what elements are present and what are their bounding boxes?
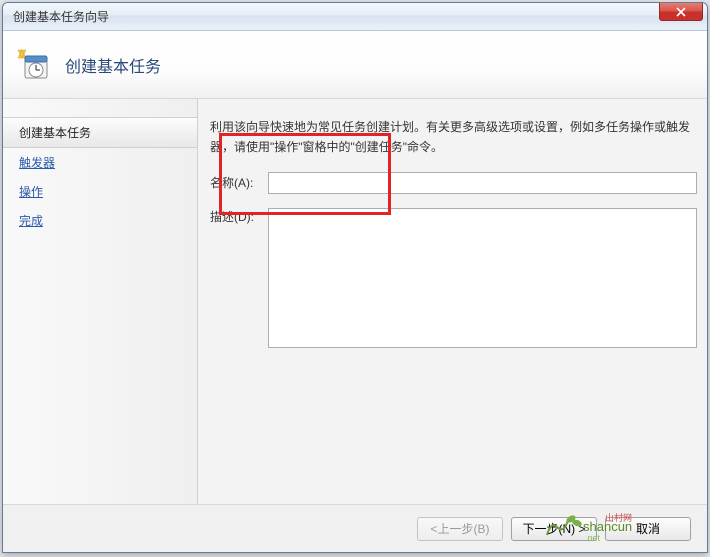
content-pane: 利用该向导快速地为常见任务创建计划。有关更多高级选项或设置，例如多任务操作或触发… <box>198 99 707 504</box>
instruction-text: 利用该向导快速地为常见任务创建计划。有关更多高级选项或设置，例如多任务操作或触发… <box>210 117 697 158</box>
wizard-window: 创建基本任务向导 创建基本任务 创建基本任务 触发器 操作 完成 <box>2 2 708 553</box>
header-band: 创建基本任务 <box>3 31 707 99</box>
description-row: 描述(D): <box>210 208 697 348</box>
step-trigger[interactable]: 触发器 <box>3 148 197 177</box>
header-title: 创建基本任务 <box>65 53 161 77</box>
name-input[interactable] <box>268 172 697 194</box>
footer: <上一步(B) 下一步(N) > 取消 shancun .net 山村网 <box>3 504 707 552</box>
step-finish[interactable]: 完成 <box>3 206 197 235</box>
back-button[interactable]: <上一步(B) <box>417 517 503 541</box>
close-button[interactable] <box>659 3 703 21</box>
step-create-basic-task[interactable]: 创建基本任务 <box>3 117 197 148</box>
cancel-button[interactable]: 取消 <box>605 517 691 541</box>
titlebar: 创建基本任务向导 <box>3 3 707 31</box>
close-icon <box>676 7 686 17</box>
description-label: 描述(D): <box>210 208 264 225</box>
sidebar: 创建基本任务 触发器 操作 完成 <box>3 99 198 504</box>
name-row: 名称(A): <box>210 172 697 194</box>
window-title: 创建基本任务向导 <box>13 8 109 25</box>
step-action[interactable]: 操作 <box>3 177 197 206</box>
description-input[interactable] <box>268 208 697 348</box>
body: 创建基本任务 触发器 操作 完成 利用该向导快速地为常见任务创建计划。有关更多高… <box>3 99 707 504</box>
wizard-icon <box>17 48 51 82</box>
next-button[interactable]: 下一步(N) > <box>511 517 597 541</box>
name-label: 名称(A): <box>210 174 264 191</box>
